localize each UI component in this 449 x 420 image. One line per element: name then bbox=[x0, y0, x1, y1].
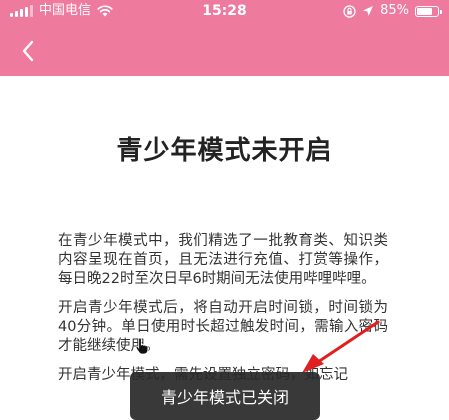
toast-message: 青少年模式已关闭 bbox=[160, 388, 289, 407]
screen-lock-icon bbox=[343, 4, 356, 18]
top-bar: 中国电信 15:28 85% bbox=[0, 0, 449, 76]
mouse-cursor-icon bbox=[135, 337, 149, 355]
page-title: 青少年模式未开启 bbox=[116, 136, 333, 166]
status-bar: 中国电信 15:28 85% bbox=[0, 0, 449, 22]
battery-icon bbox=[415, 5, 442, 17]
location-icon bbox=[363, 6, 374, 16]
app-screen: 中国电信 15:28 85% 青少年模式未开启 在青少年模式中，我们精选了一批教… bbox=[0, 0, 449, 420]
status-right: 85% bbox=[343, 3, 442, 19]
battery-percent: 85% bbox=[380, 3, 409, 18]
red-arrow-annotation bbox=[302, 320, 380, 373]
back-button[interactable] bbox=[14, 38, 42, 64]
chevron-left-icon bbox=[22, 40, 34, 62]
description-paragraph-1: 在青少年模式中，我们精选了一批教育类、知识类内容呈现在首页，且无法进行充值、打赏… bbox=[58, 233, 388, 287]
toast-notification: 青少年模式已关闭 bbox=[130, 372, 320, 420]
battery-fill bbox=[417, 7, 433, 15]
